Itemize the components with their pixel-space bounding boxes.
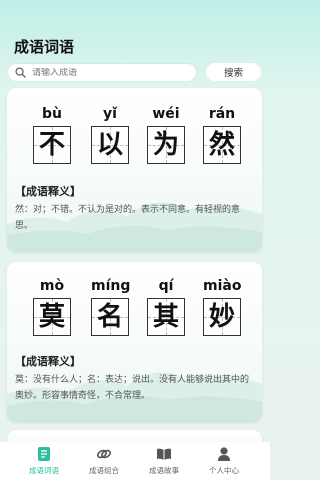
idiom-char: bù 不 (33, 105, 71, 164)
definition-title: 【成语释义】 (15, 185, 81, 198)
hanzi: 名 (96, 302, 123, 332)
hanzi: 莫 (38, 302, 65, 332)
hanzi: 为 (152, 130, 179, 160)
hanzi: 以 (96, 130, 123, 160)
definition-text: 莫：没有什么人；名：表达；说出。没有人能够说出其中的奥妙。形容事情奇怪，不合常理… (15, 375, 250, 401)
search-bar[interactable] (8, 64, 196, 81)
search-icon (15, 67, 27, 79)
idiom-char: qí 其 (147, 277, 185, 336)
tab-label: 成语词语 (29, 466, 59, 475)
idiom-char: rán 然 (203, 105, 241, 164)
pinyin: miào (203, 278, 242, 294)
pinyin: bù (42, 106, 62, 122)
pinyin: mò (39, 278, 65, 294)
idiom-char: mò 莫 (33, 277, 71, 336)
tab-label: 成语组合 (89, 466, 119, 475)
book-icon (14, 446, 74, 462)
idiom-char: miào 妙 (203, 277, 241, 336)
bottom-tab-bar: 成语词语 成语组合 成语故事 个人中心 (0, 442, 270, 480)
open-book-icon (134, 446, 194, 462)
tab-idiom-words[interactable]: 成语词语 (14, 446, 74, 476)
definition-title: 【成语释义】 (15, 355, 81, 368)
definition-text: 然：对；不错。不认为是对的。表示不同意。有轻视的意思。 (15, 205, 241, 231)
hanzi: 不 (38, 130, 65, 160)
tab-idiom-stories[interactable]: 成语故事 (134, 446, 194, 476)
tab-label: 个人中心 (209, 466, 239, 475)
search-input[interactable] (32, 67, 182, 78)
hanzi: 妙 (208, 302, 235, 332)
pinyin: rán (208, 106, 236, 122)
pinyin: míng (91, 278, 131, 294)
hanzi: 其 (152, 302, 179, 332)
idiom-char: wéi 为 (147, 105, 185, 164)
idiom-char: míng 名 (91, 277, 131, 336)
page-title: 成语词语 (14, 38, 75, 56)
tab-personal-center[interactable]: 个人中心 (194, 446, 254, 476)
tab-label: 成语故事 (149, 466, 179, 475)
person-icon (194, 446, 254, 462)
link-icon (74, 446, 134, 462)
pinyin: qí (158, 278, 174, 294)
idiom-card[interactable]: bù 不 yǐ 以 wéi 为 rán 然 【成语释义】 然：对；不错。不认为是… (7, 88, 262, 252)
search-button[interactable]: 搜索 (206, 63, 261, 81)
pinyin: yǐ (103, 106, 117, 122)
idiom-char: yǐ 以 (91, 105, 129, 164)
pinyin: wéi (152, 106, 180, 122)
idiom-card[interactable]: mò 莫 míng 名 qí 其 miào 妙 【成语释义】 莫：没有什么人；名… (7, 262, 262, 422)
tab-idiom-combination[interactable]: 成语组合 (74, 446, 134, 476)
hanzi: 然 (208, 130, 235, 160)
